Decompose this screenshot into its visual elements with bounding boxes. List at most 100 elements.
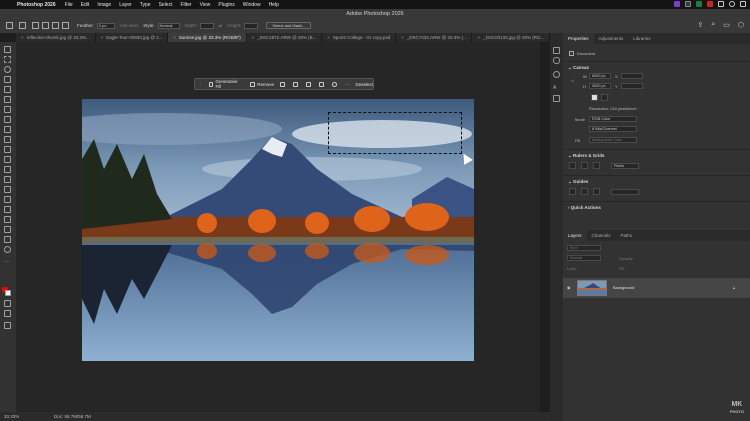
- select-and-mask-button[interactable]: Select and Mask...: [266, 22, 312, 29]
- hand-tool-icon[interactable]: [4, 236, 11, 243]
- menu-select[interactable]: Select: [159, 2, 173, 8]
- canvas-height-field[interactable]: 4000 px: [589, 83, 611, 89]
- close-icon[interactable]: ×: [101, 35, 104, 40]
- menu-image[interactable]: Image: [97, 2, 111, 8]
- doc-tab[interactable]: × Sports College - 01 copy.psd: [322, 33, 397, 42]
- close-icon[interactable]: ×: [327, 35, 330, 40]
- screen-mode-icon[interactable]: [4, 310, 11, 317]
- discover-icon[interactable]: ⬡: [738, 21, 744, 29]
- selection-marquee[interactable]: [328, 112, 462, 154]
- grid-icon[interactable]: [581, 162, 588, 169]
- wifi-icon[interactable]: [729, 1, 735, 7]
- adjustment-icon[interactable]: [331, 81, 339, 87]
- antialias-checkbox[interactable]: Anti-alias: [120, 23, 139, 28]
- canvas-width-field[interactable]: 6000 px: [589, 73, 611, 79]
- layer-name[interactable]: Background: [613, 285, 634, 290]
- search-icon[interactable]: ⌕: [711, 21, 715, 29]
- recording-icon[interactable]: [707, 1, 713, 7]
- info-icon[interactable]: [553, 71, 560, 78]
- remove-button[interactable]: Remove: [250, 81, 274, 87]
- blur-tool-icon[interactable]: [4, 176, 11, 183]
- workspace-icon[interactable]: ▭: [723, 21, 730, 29]
- adobe-status-icon[interactable]: [696, 1, 702, 7]
- menu-edit[interactable]: Edit: [81, 2, 90, 8]
- eraser-tool-icon[interactable]: [4, 156, 11, 163]
- close-icon[interactable]: ×: [21, 35, 24, 40]
- crop-tool-icon[interactable]: [4, 86, 11, 93]
- tab-layers[interactable]: Layers: [563, 230, 587, 241]
- subtract-selection-icon[interactable]: [52, 22, 59, 29]
- units-select[interactable]: Pixels: [611, 163, 639, 169]
- modify-selection-icon[interactable]: [279, 81, 287, 87]
- marquee-tool-icon[interactable]: [4, 56, 11, 63]
- new-selection-icon[interactable]: [32, 22, 39, 29]
- guide-lock-icon[interactable]: [581, 188, 588, 195]
- style-select[interactable]: Normal: [157, 22, 180, 29]
- guide-color-select[interactable]: [611, 189, 639, 195]
- menu-plugins[interactable]: Plugins: [218, 2, 234, 8]
- layer-kind-filter[interactable]: Kind: [567, 245, 601, 251]
- generative-fill-button[interactable]: Generative Fill: [208, 79, 245, 89]
- history-icon[interactable]: [553, 47, 560, 54]
- zoom-level[interactable]: 33.33%: [4, 412, 44, 421]
- more-tools-icon[interactable]: ···: [4, 259, 11, 267]
- quick-actions-section-title[interactable]: › Quick Actions: [568, 205, 601, 210]
- comments-icon[interactable]: [553, 57, 560, 64]
- close-icon[interactable]: ×: [173, 35, 176, 40]
- rulers-section-title[interactable]: ⌄ Rulers & Grids: [568, 153, 605, 159]
- marquee-preset-icon[interactable]: [19, 22, 26, 29]
- fill-select[interactable]: Background Color: [589, 137, 637, 143]
- history-brush-tool-icon[interactable]: [4, 146, 11, 153]
- menu-layer[interactable]: Layer: [119, 2, 132, 8]
- display-icon[interactable]: [685, 1, 691, 7]
- doc-tab[interactable]: × _DSC00133.jpg @ 25% (RG...: [472, 33, 550, 42]
- clone-stamp-tool-icon[interactable]: [4, 136, 11, 143]
- control-center-icon[interactable]: [740, 1, 746, 7]
- gradient-tool-icon[interactable]: [4, 166, 11, 173]
- tab-libraries[interactable]: Libraries: [628, 33, 655, 44]
- guides-section-title[interactable]: ⌄ Guides: [568, 179, 588, 185]
- frame-tool-icon[interactable]: [4, 96, 11, 103]
- width-input[interactable]: [200, 22, 215, 29]
- canvas-y-field[interactable]: [621, 83, 643, 89]
- healing-brush-tool-icon[interactable]: [4, 116, 11, 123]
- object-selection-tool-icon[interactable]: [4, 76, 11, 83]
- zoom-tool-icon[interactable]: [4, 246, 11, 253]
- color-mode-select[interactable]: RGB Color: [589, 116, 637, 122]
- height-input[interactable]: [244, 22, 259, 29]
- paragraph-icon[interactable]: [553, 95, 560, 102]
- rectangle-tool-icon[interactable]: [4, 226, 11, 233]
- ruler-icon[interactable]: [569, 162, 576, 169]
- landscape-orientation-icon[interactable]: [601, 94, 608, 101]
- guide-icon[interactable]: [569, 188, 576, 195]
- app-menu-label[interactable]: Photoshop 2026: [17, 2, 56, 8]
- tab-paths[interactable]: Paths: [616, 230, 638, 241]
- lock-icon[interactable]: 🔒︎: [733, 285, 735, 290]
- lasso-tool-icon[interactable]: [4, 66, 11, 73]
- intersect-selection-icon[interactable]: [62, 22, 69, 29]
- invert-selection-icon[interactable]: [305, 81, 313, 87]
- tab-channels[interactable]: Channels: [587, 230, 616, 241]
- doc-tab-active[interactable]: × Sunrise.jpg @ 33.3% (RGB/8*): [168, 33, 247, 42]
- visibility-eye-icon[interactable]: ◉: [567, 285, 571, 290]
- doc-tab[interactable]: × reflection-thumb.jpg @ 33.3%...: [16, 33, 96, 42]
- doc-size[interactable]: Doc: 58.7M/58.7M: [54, 412, 91, 421]
- deselect-button[interactable]: Deselect: [355, 82, 373, 87]
- canvas-x-field[interactable]: [621, 73, 643, 79]
- eyedropper-tool-icon[interactable]: [4, 106, 11, 113]
- layer-row-background[interactable]: ◉ Background 🔒︎: [563, 278, 750, 298]
- close-icon[interactable]: ×: [401, 35, 404, 40]
- home-icon[interactable]: [6, 22, 13, 29]
- menu-help[interactable]: Help: [269, 2, 279, 8]
- brush-tool-icon[interactable]: [4, 126, 11, 133]
- blend-mode-select[interactable]: Normal: [567, 255, 601, 261]
- canvas-area[interactable]: ⋮ Generative Fill Remove ··· Deselect: [16, 42, 540, 412]
- battery-icon[interactable]: [718, 1, 724, 7]
- quick-mask-icon[interactable]: [4, 300, 11, 307]
- mask-icon[interactable]: [292, 81, 300, 87]
- doc-tab[interactable]: × _DSC7433.ARW @ 33.3% (...: [396, 33, 473, 42]
- menu-type[interactable]: Type: [140, 2, 151, 8]
- doc-tab[interactable]: × _DSC1872.ARW @ 25% (B...: [247, 33, 323, 42]
- portrait-orientation-icon[interactable]: [591, 94, 598, 101]
- bit-depth-select[interactable]: 8 Bits/Channel: [589, 126, 637, 132]
